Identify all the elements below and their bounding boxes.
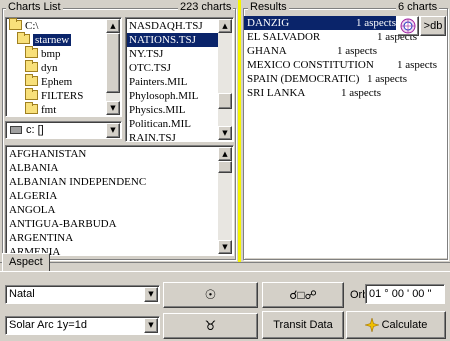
sparkle-icon	[364, 318, 379, 332]
folder-label: starnew	[33, 34, 72, 46]
folder-item[interactable]: C:\	[7, 18, 106, 33]
file-item[interactable]: Physics.MIL	[127, 103, 218, 117]
result-row[interactable]: MEXICO CONSTITUTION 1 aspects	[244, 58, 447, 72]
scroll-down-icon[interactable]: ▼	[218, 126, 232, 140]
chart-wheel-icon	[400, 18, 416, 34]
scroll-up-icon[interactable]: ▲	[106, 19, 120, 33]
folder-item[interactable]: Ephem	[7, 74, 106, 89]
result-row[interactable]: SPAIN (DEMOCRATIC) 1 aspects	[244, 72, 447, 86]
result-name: GHANA	[247, 45, 287, 57]
drive-icon	[10, 126, 22, 134]
sun-icon: ☉	[204, 287, 217, 302]
aspect-button[interactable]: ☌□☍	[262, 282, 344, 308]
file-item[interactable]: RAIN.TSJ	[127, 131, 218, 141]
result-aspects: 1 aspects	[355, 17, 396, 29]
splitter[interactable]	[238, 0, 241, 262]
direction-select[interactable]: Solar Arc 1y=1d ▼	[5, 316, 160, 335]
chart-scrollbar[interactable]: ▲ ▼	[218, 147, 232, 254]
result-aspects: 1 aspects	[367, 73, 408, 85]
folder-label: dyn	[41, 62, 58, 74]
result-name: SRI LANKA	[247, 87, 306, 99]
drive-select[interactable]: c: [] ▼	[5, 121, 122, 139]
planet2-button[interactable]: ♉	[163, 313, 258, 339]
folder-scrollbar[interactable]: ▲ ▼	[106, 19, 120, 115]
scroll-thumb[interactable]	[218, 93, 232, 109]
transit-data-button[interactable]: Transit Data	[262, 311, 344, 339]
planet1-button[interactable]: ☉	[163, 282, 258, 308]
chart-wheel-button[interactable]	[397, 16, 419, 36]
taurus-icon: ♉	[204, 318, 217, 333]
divider	[0, 262, 450, 263]
result-row[interactable]: GHANA 1 aspects	[244, 44, 447, 58]
result-name: EL SALVADOR	[247, 31, 321, 43]
result-aspects: 1 aspects	[337, 45, 378, 57]
chart-type-select[interactable]: Natal ▼	[5, 285, 160, 304]
scroll-thumb[interactable]	[218, 161, 232, 173]
chevron-down-icon[interactable]: ▼	[144, 287, 158, 302]
results-count: 6 charts	[396, 1, 440, 13]
charts-count: 223 charts	[178, 1, 234, 13]
result-name: SPAIN (DEMOCRATIC)	[247, 73, 360, 85]
file-item[interactable]: Phylosoph.MIL	[127, 89, 218, 103]
folder-label: bmp	[41, 48, 61, 60]
calculate-button[interactable]: Calculate	[346, 311, 446, 339]
result-aspects: 1 aspects	[397, 59, 438, 71]
orb-input[interactable]: 01 ° 00 ' 00 "	[365, 284, 445, 304]
scroll-down-icon[interactable]: ▼	[218, 240, 232, 254]
chart-item[interactable]: AFGHANISTAN	[7, 147, 218, 161]
file-item[interactable]: NY.TSJ	[127, 47, 218, 61]
folder-icon	[17, 32, 30, 44]
file-item[interactable]: OTC.TSJ	[127, 61, 218, 75]
scroll-up-icon[interactable]: ▲	[218, 19, 232, 33]
chart-item[interactable]: ARGENTINA	[7, 231, 218, 245]
folder-icon	[25, 60, 38, 72]
chart-item[interactable]: ALGERIA	[7, 189, 218, 203]
file-item[interactable]: Painters.MIL	[127, 75, 218, 89]
folder-icon	[25, 46, 38, 58]
folder-label: Ephem	[41, 76, 73, 88]
file-list[interactable]: NASDAQH.TSJ NATIONS.TSJ NY.TSJ OTC.TSJ Paint…	[125, 17, 234, 142]
chart-list[interactable]: AFGHANISTAN ALBANIA ALBANIAN INDEPENDENC AL…	[5, 145, 234, 256]
folder-icon	[25, 102, 38, 114]
file-item[interactable]: NATIONS.TSJ	[127, 33, 218, 47]
folder-label: FILTERS	[41, 90, 84, 102]
file-scrollbar[interactable]: ▲ ▼	[218, 19, 232, 140]
folder-item[interactable]: bmp	[7, 46, 106, 61]
chart-item[interactable]: ANGOLA	[7, 203, 218, 217]
chart-item[interactable]: ANTIGUA-BARBUDA	[7, 217, 218, 231]
folder-label: C:\	[25, 20, 39, 32]
result-name: DANZIG	[247, 17, 290, 29]
folder-icon	[25, 88, 38, 100]
chart-item[interactable]: ALBANIA	[7, 161, 218, 175]
charts-list-title: Charts List	[6, 1, 63, 13]
tab-baseline	[0, 271, 450, 272]
result-aspects: 1 aspects	[341, 87, 382, 99]
folder-icon	[9, 18, 22, 30]
folder-item[interactable]: starnew	[7, 32, 106, 47]
result-row[interactable]: DANZIG 1 aspects	[244, 16, 396, 30]
tab-aspect[interactable]: Aspect	[2, 253, 50, 271]
file-item[interactable]: Politican.MIL	[127, 117, 218, 131]
results-title: Results	[248, 1, 289, 13]
scroll-down-icon[interactable]: ▼	[106, 101, 120, 115]
scroll-thumb[interactable]	[106, 33, 120, 93]
folder-label: fmt	[41, 104, 57, 116]
result-name: MEXICO CONSTITUTION	[247, 59, 374, 71]
folder-item[interactable]: fmt	[7, 102, 106, 116]
folder-item[interactable]: dyn	[7, 60, 106, 75]
folder-item[interactable]: FILTERS	[7, 88, 106, 103]
folder-tree[interactable]: C:\starnewbmpdynEphemFILTERSfmtparses ▲ …	[5, 17, 122, 117]
folder-icon	[25, 74, 38, 86]
scroll-up-icon[interactable]: ▲	[218, 147, 232, 161]
results-list[interactable]: DANZIG 1 aspects EL SALVADOR 1 aspects GHANA…	[244, 16, 447, 258]
chevron-down-icon[interactable]: ▼	[144, 318, 158, 333]
aspect-symbols-icon: ☌□☍	[289, 288, 317, 302]
chevron-down-icon[interactable]: ▼	[106, 123, 120, 138]
result-row[interactable]: SRI LANKA 1 aspects	[244, 86, 447, 100]
db-button[interactable]: >db	[420, 16, 446, 36]
chart-item[interactable]: ALBANIAN INDEPENDENC	[7, 175, 218, 189]
file-item[interactable]: NASDAQH.TSJ	[127, 19, 218, 33]
